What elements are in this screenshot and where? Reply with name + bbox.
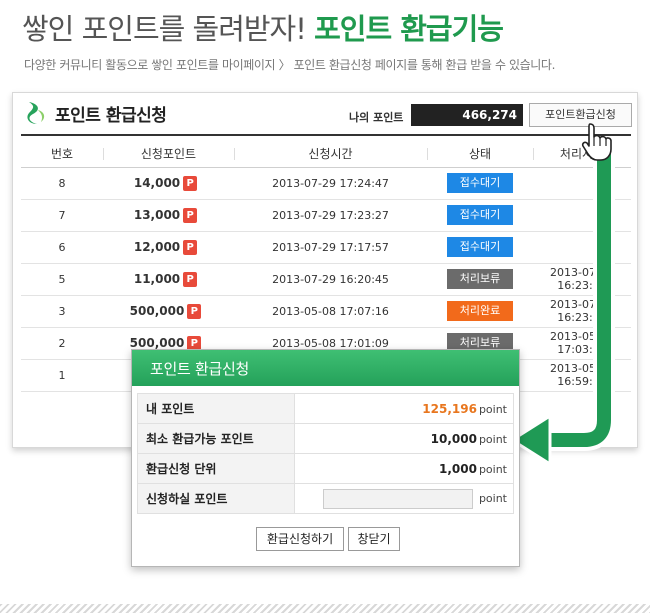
unit-label: point bbox=[478, 492, 507, 505]
processed-time bbox=[533, 199, 631, 232]
column-header: 신청포인트 bbox=[103, 141, 234, 168]
request-unit-amount: 1,000 bbox=[438, 461, 477, 476]
row-number: 1 bbox=[21, 359, 103, 392]
requested-point-amount: 500,000 bbox=[129, 303, 185, 318]
table-row: 3 500,000 P 2013-05-08 17:07:16 처리완료 2013-07-… bbox=[21, 295, 631, 328]
table-header-row: 번호 신청포인트 신청시간 상태 처리시간 bbox=[21, 141, 631, 168]
form-value-cell: 10,000 point bbox=[294, 423, 514, 454]
header-divider bbox=[21, 134, 631, 136]
status-cell: 접수대기 bbox=[427, 167, 533, 200]
my-point-amount: 125,196 bbox=[422, 401, 477, 416]
requested-point-amount: 12,000 bbox=[133, 239, 181, 254]
requested-time: 2013-07-29 17:17:57 bbox=[234, 231, 427, 264]
requested-point-amount: 11,000 bbox=[133, 271, 181, 286]
form-label: 최소 환급가능 포인트 bbox=[137, 423, 295, 454]
point-p-icon: P bbox=[183, 207, 198, 223]
point-p-icon: P bbox=[183, 239, 198, 255]
requested-point-amount: 13,000 bbox=[133, 207, 181, 222]
requested-point-cell: 13,000 P bbox=[103, 199, 234, 232]
status-badge: 접수대기 bbox=[447, 237, 513, 257]
status-badge: 처리보류 bbox=[447, 269, 513, 289]
table-row: 5 11,000 P 2013-07-29 16:20:45 처리보류 2013-07-2… bbox=[21, 263, 631, 296]
requested-point-cell: 500,000 P bbox=[103, 295, 234, 328]
headline-description: 다양한 커뮤니티 활동으로 쌓인 포인트를 마이페이지 〉 포인트 환급신청 페… bbox=[24, 58, 555, 72]
status-badge: 접수대기 bbox=[447, 205, 513, 225]
close-modal-button[interactable]: 창닫기 bbox=[348, 527, 400, 551]
form-value-cell: 1,000 point bbox=[294, 453, 514, 484]
requested-time: 2013-07-29 17:23:27 bbox=[234, 199, 427, 232]
submit-refund-button[interactable]: 환급신청하기 bbox=[256, 527, 344, 551]
form-row-minimum: 최소 환급가능 포인트 10,000 point bbox=[137, 423, 514, 454]
form-label: 신청하실 포인트 bbox=[137, 483, 295, 514]
row-number: 2 bbox=[21, 327, 103, 360]
form-row-request: 신청하실 포인트 point bbox=[137, 483, 514, 514]
processed-time: 2013-07-29 16:23:23 bbox=[533, 263, 631, 296]
point-p-icon: P bbox=[183, 271, 198, 287]
headline-light: 쌓인 포인트를 돌려받자! bbox=[22, 12, 307, 46]
requested-time: 2013-07-29 16:20:45 bbox=[234, 263, 427, 296]
table-row: 8 14,000 P 2013-07-29 17:24:47 접수대기 bbox=[21, 167, 631, 200]
leaf-logo-icon bbox=[27, 102, 45, 124]
main-headline: 쌓인 포인트를 돌려받자! 포인트 환급기능 bbox=[22, 6, 504, 48]
status-badge: 처리완료 bbox=[447, 301, 513, 321]
panel-title: 포인트 환급신청 bbox=[55, 106, 167, 126]
row-number: 6 bbox=[21, 231, 103, 264]
requested-time: 2013-05-08 17:07:16 bbox=[234, 295, 427, 328]
refund-request-modal: 포인트 환급신청 내 포인트 125,196 point 최소 환급가능 포인트 … bbox=[131, 349, 520, 567]
my-point-value: 466,274 bbox=[411, 104, 523, 126]
row-number: 3 bbox=[21, 295, 103, 328]
form-row-my-point: 내 포인트 125,196 point bbox=[137, 393, 514, 424]
processed-time: 2013-05-08 17:03:48 bbox=[533, 327, 631, 360]
status-cell: 처리보류 bbox=[427, 263, 533, 296]
status-badge: 접수대기 bbox=[447, 173, 513, 193]
unit-label: point bbox=[478, 462, 507, 476]
table-row: 6 12,000 P 2013-07-29 17:17:57 접수대기 bbox=[21, 231, 631, 264]
requested-point-cell: 14,000 P bbox=[103, 167, 234, 200]
form-value-cell: point bbox=[294, 483, 514, 514]
refund-form-table: 내 포인트 125,196 point 최소 환급가능 포인트 10,000 poi… bbox=[137, 393, 514, 514]
form-label: 환급신청 단위 bbox=[137, 453, 295, 484]
status-cell: 접수대기 bbox=[427, 199, 533, 232]
row-number: 8 bbox=[21, 167, 103, 200]
status-cell: 처리완료 bbox=[427, 295, 533, 328]
processed-time bbox=[533, 167, 631, 200]
unit-label: point bbox=[478, 402, 507, 416]
headline-strong: 포인트 환급기능 bbox=[314, 12, 504, 46]
column-header: 번호 bbox=[21, 141, 103, 168]
form-value-cell: 125,196 point bbox=[294, 393, 514, 424]
requested-point-cell: 12,000 P bbox=[103, 231, 234, 264]
form-label: 내 포인트 bbox=[137, 393, 295, 424]
request-point-input[interactable] bbox=[322, 488, 473, 509]
processed-time: 2013-07-29 16:23:46 bbox=[533, 295, 631, 328]
processed-time bbox=[533, 231, 631, 264]
row-number: 5 bbox=[21, 263, 103, 296]
requested-point-amount: 14,000 bbox=[133, 175, 181, 190]
processed-time: 2013-05-08 16:59:38 bbox=[533, 359, 631, 392]
my-point-label: 나의 포인트 bbox=[349, 111, 404, 124]
panel-header: 포인트 환급신청 나의 포인트 466,274 포인트환급신청 bbox=[13, 93, 637, 136]
form-row-unit: 환급신청 단위 1,000 point bbox=[137, 453, 514, 484]
column-header: 상태 bbox=[427, 141, 533, 168]
point-p-icon: P bbox=[187, 303, 202, 319]
point-p-icon: P bbox=[183, 175, 198, 191]
modal-title: 포인트 환급신청 bbox=[132, 350, 519, 386]
requested-point-cell: 11,000 P bbox=[103, 263, 234, 296]
table-row: 7 13,000 P 2013-07-29 17:23:27 접수대기 bbox=[21, 199, 631, 232]
column-header: 신청시간 bbox=[234, 141, 427, 168]
status-cell: 접수대기 bbox=[427, 231, 533, 264]
row-number: 7 bbox=[21, 199, 103, 232]
minimum-point-amount: 10,000 bbox=[430, 431, 477, 446]
bottom-divider bbox=[0, 604, 650, 613]
unit-label: point bbox=[478, 432, 507, 446]
requested-point-amount: 500,000 bbox=[129, 335, 185, 350]
requested-time: 2013-07-29 17:24:47 bbox=[234, 167, 427, 200]
pointer-hand-icon bbox=[581, 123, 612, 161]
